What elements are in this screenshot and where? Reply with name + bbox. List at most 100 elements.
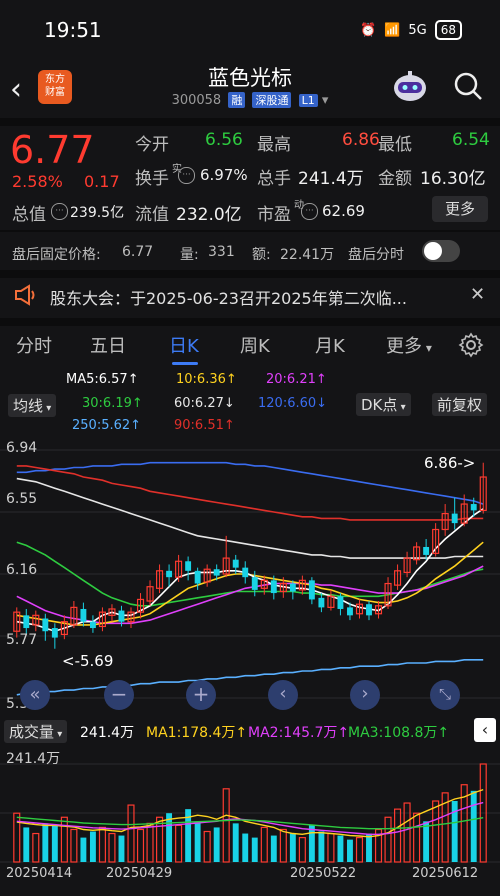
candle-body bbox=[51, 628, 58, 638]
divider bbox=[0, 230, 500, 232]
fast-backward-icon[interactable]: « bbox=[20, 680, 50, 710]
volume-ma1: MA1:178.4万↑ bbox=[146, 725, 248, 741]
settings-gear-icon[interactable] bbox=[458, 332, 484, 362]
low-annotation: <-5.69 bbox=[62, 652, 114, 670]
volume-indicator-label: 成交量 bbox=[9, 723, 55, 741]
volume-bar bbox=[136, 828, 145, 863]
candle-body bbox=[308, 580, 315, 600]
ma20-value: 20:6.21↑ bbox=[266, 372, 327, 387]
y-axis-label: 5.77 bbox=[6, 632, 38, 648]
volume-bar bbox=[260, 826, 268, 863]
volume-bar bbox=[23, 827, 30, 862]
status-time: 19:51 bbox=[44, 18, 102, 42]
low-value: 6.54 bbox=[452, 130, 490, 150]
volume-bar bbox=[347, 839, 353, 862]
after-hours-amt: 22.41万 bbox=[280, 247, 335, 263]
scroll-right-icon[interactable]: › bbox=[350, 680, 380, 710]
high-annotation: 6.86-> bbox=[424, 454, 476, 472]
tab-weekly-k[interactable]: 周K bbox=[240, 332, 270, 358]
volume-bar bbox=[366, 833, 372, 862]
volume-bar bbox=[279, 828, 287, 863]
margin-tag: 融 bbox=[228, 92, 246, 108]
stock-code: 300058 bbox=[171, 93, 222, 108]
ma10-value: 10:6.36↑ bbox=[176, 372, 237, 387]
indicator-dropdown[interactable]: 均线 ▾ bbox=[8, 394, 57, 417]
scroll-left-icon[interactable]: ‹ bbox=[268, 680, 298, 710]
volume-bar bbox=[270, 835, 277, 862]
candle-body bbox=[347, 607, 353, 616]
ma30-value: 30:6.19↑ bbox=[82, 396, 143, 411]
tab-five-day[interactable]: 五日 bbox=[90, 332, 126, 358]
float-value: 232.0亿 bbox=[176, 205, 242, 225]
dk-point-dropdown[interactable]: DK点 ▾ bbox=[356, 393, 411, 416]
candle-body bbox=[23, 615, 30, 629]
volume-bar bbox=[213, 827, 220, 862]
volume-bar bbox=[146, 822, 154, 863]
divider bbox=[0, 270, 500, 278]
chevron-down-icon[interactable]: ▾ bbox=[322, 93, 329, 108]
x-axis-date: 20250612 bbox=[412, 866, 479, 881]
dk-label: DK点 bbox=[361, 396, 398, 414]
ma90-value: 90:6.51↑ bbox=[174, 418, 235, 433]
info-icon[interactable]: ··· bbox=[51, 203, 68, 220]
tab-timeshare[interactable]: 分时 bbox=[16, 332, 52, 358]
volume-bar bbox=[42, 823, 49, 862]
zoom-out-icon[interactable]: − bbox=[104, 680, 134, 710]
megaphone-icon bbox=[14, 284, 38, 310]
mktcap-label: 总值 bbox=[12, 205, 46, 225]
ma5-line bbox=[16, 508, 484, 633]
volume-bar bbox=[423, 821, 430, 862]
wifi-icon: 📶 bbox=[384, 22, 401, 38]
volume-bar bbox=[175, 824, 183, 863]
indicator-label: 均线 bbox=[13, 397, 44, 415]
candle-body bbox=[194, 570, 201, 584]
candle-body bbox=[185, 561, 192, 571]
fullscreen-icon[interactable]: ⤡ bbox=[430, 680, 460, 710]
after-hours-toggle[interactable] bbox=[422, 240, 460, 262]
candle-body bbox=[451, 513, 458, 524]
volume-bar bbox=[394, 808, 402, 863]
volume-bar bbox=[118, 835, 125, 862]
volume-ma3: MA3:108.8万↑ bbox=[348, 725, 450, 741]
volume-bar bbox=[32, 832, 40, 863]
volume-bar bbox=[98, 826, 106, 863]
close-icon[interactable]: ✕ bbox=[470, 284, 485, 305]
zoom-in-icon[interactable]: + bbox=[186, 680, 216, 710]
more-button[interactable]: 更多 bbox=[432, 196, 488, 222]
volume-bar bbox=[289, 833, 296, 862]
info-icon[interactable]: ··· bbox=[178, 167, 195, 184]
pe-value: 62.69 bbox=[322, 202, 365, 220]
kline-chart[interactable] bbox=[0, 436, 500, 714]
high-value: 6.86 bbox=[342, 130, 380, 150]
volume-bar bbox=[80, 837, 87, 862]
y-axis-label: 6.16 bbox=[6, 562, 38, 578]
volume-bar bbox=[51, 825, 58, 862]
volume-bar bbox=[242, 833, 249, 862]
x-axis-date: 20250414 bbox=[6, 866, 73, 881]
volume-bar bbox=[127, 804, 135, 863]
turnover-label: 换手 bbox=[135, 169, 169, 189]
candle-body bbox=[470, 504, 477, 511]
volume-chart[interactable] bbox=[0, 744, 500, 864]
ma5-value: MA5:6.57↑ bbox=[66, 372, 139, 387]
connect-tag: 深股通 bbox=[252, 92, 292, 108]
adjust-forward-button[interactable]: 前复权 bbox=[432, 393, 488, 416]
volume-bar bbox=[403, 802, 411, 863]
tab-more-label: 更多 bbox=[386, 336, 422, 357]
after-hours-qty-label: 量: bbox=[180, 247, 199, 263]
assistant-robot-icon[interactable] bbox=[388, 68, 432, 108]
collapse-panel-icon[interactable]: ‹ bbox=[474, 718, 496, 742]
search-icon[interactable] bbox=[452, 70, 484, 106]
notice-text[interactable]: 股东大会：于2025-06-23召开2025年第二次临... bbox=[50, 285, 407, 309]
info-icon[interactable]: ··· bbox=[301, 203, 318, 220]
volume-bar bbox=[355, 837, 364, 863]
tab-more[interactable]: 更多 ▾ bbox=[386, 332, 432, 358]
volume-max-label: 241.4万 bbox=[6, 751, 61, 767]
tab-monthly-k[interactable]: 月K bbox=[315, 332, 345, 358]
tab-daily-k[interactable]: 日K bbox=[169, 332, 199, 358]
candle-body bbox=[42, 618, 49, 632]
divider bbox=[0, 318, 500, 326]
volume-indicator-dropdown[interactable]: 成交量 ▾ bbox=[4, 720, 68, 743]
volume-bar bbox=[166, 813, 173, 862]
pe-label: 市盈 bbox=[257, 205, 291, 225]
